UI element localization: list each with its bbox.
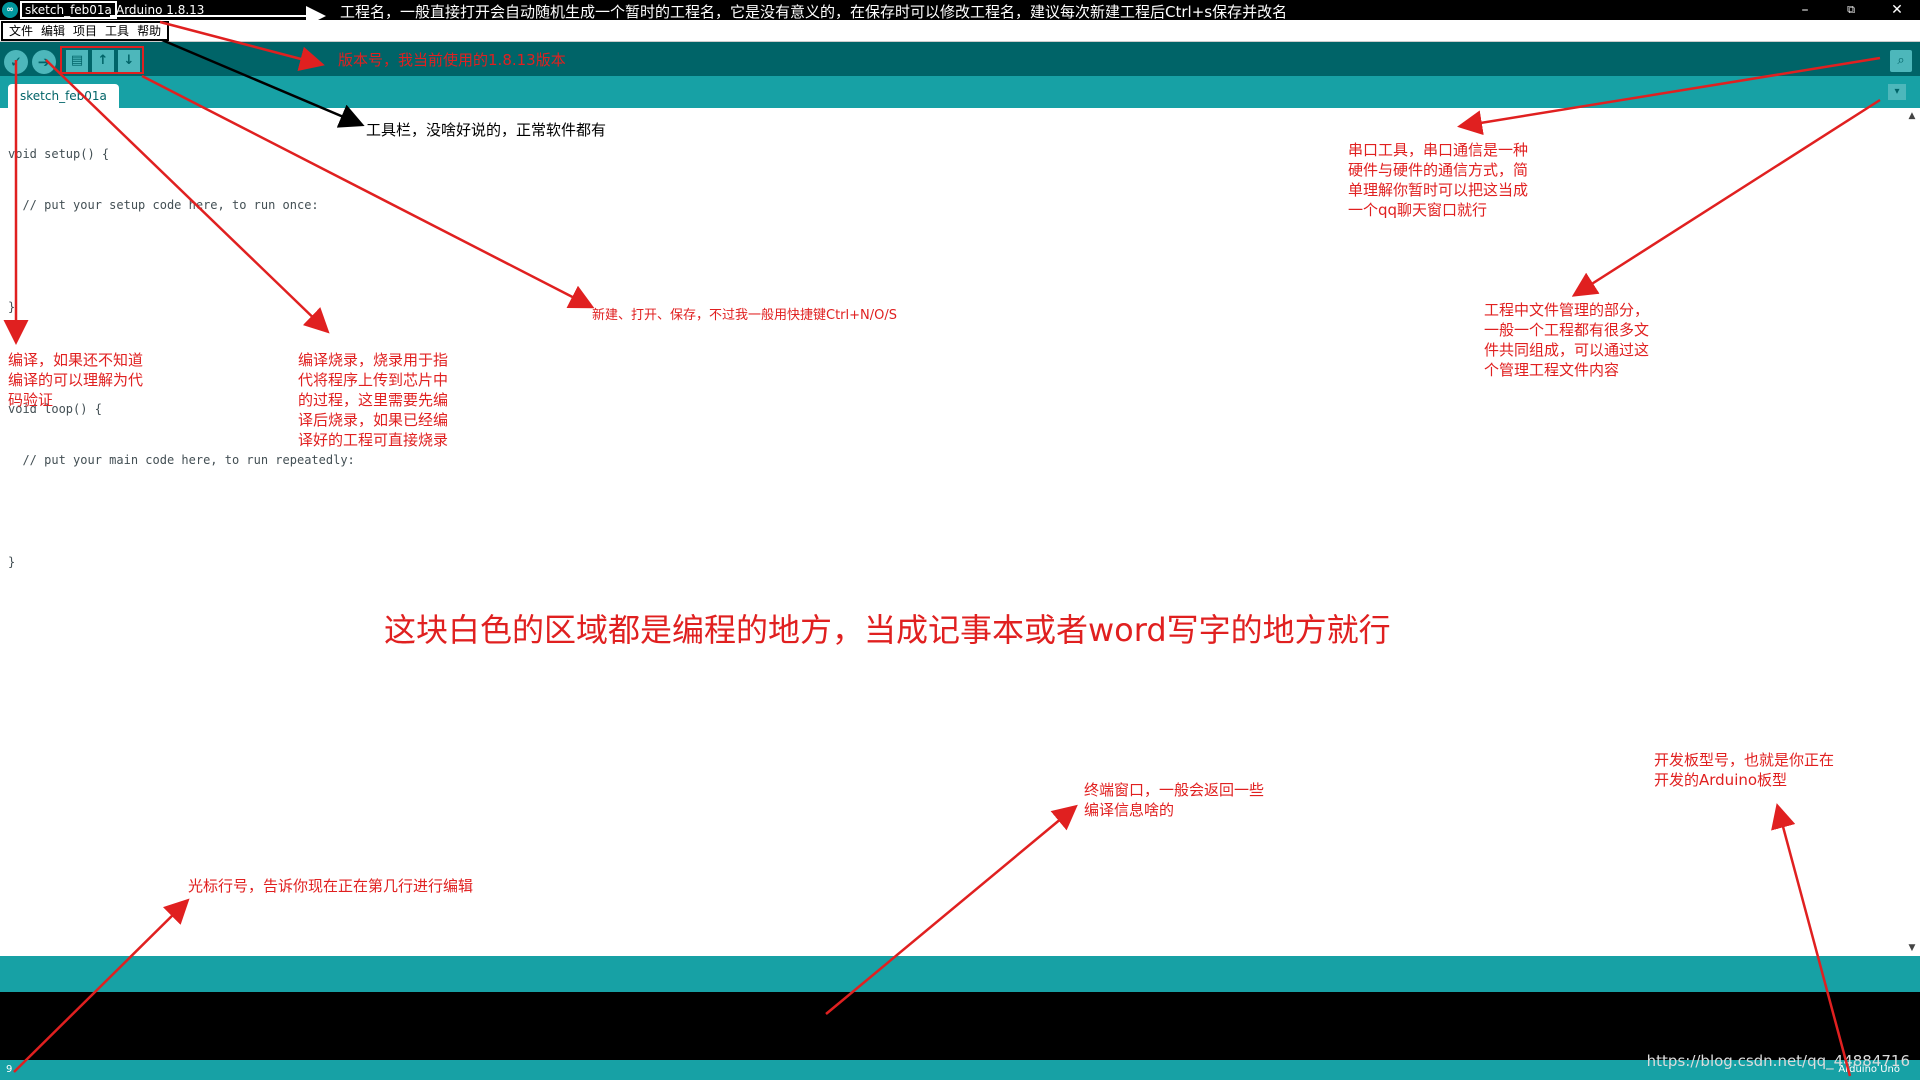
new-button[interactable]: ▤ (66, 50, 88, 72)
annotation-title: 工程名，一般直接打开会自动随机生成一个暂时的工程名，它是没有意义的，在保存时可以… (340, 3, 1288, 21)
scroll-up-icon[interactable]: ▲ (1906, 110, 1918, 122)
annotation-editor: 这块白色的区域都是编程的地方，当成记事本或者word写字的地方就行 (384, 611, 1391, 649)
menu-help[interactable]: 帮助 (133, 23, 165, 39)
annotation-verify: 编译，如果还不知道编译的可以理解为代码验证 (8, 351, 144, 409)
magnifier-icon: ⌕ (1897, 53, 1905, 68)
arduino-logo-icon: ∞ (2, 2, 18, 18)
menu-bar: 文件 编辑 项目 工具 帮助 (0, 20, 1920, 42)
menu-edit[interactable]: 编辑 (37, 23, 69, 39)
title-bar: ∞ sketch_feb01a Arduino 1.8.13 工程名，一般直接打… (0, 0, 1920, 21)
new-file-icon: ▤ (70, 53, 84, 68)
code-editor[interactable]: void setup() { // put your setup code he… (0, 108, 1920, 956)
annotation-version: 版本号，我当前使用的1.8.13版本 (338, 51, 566, 69)
code-line: // put your main code here, to run repea… (8, 453, 355, 467)
toolbar: ✓ ➔ ▤ ↑ ↓ 版本号，我当前使用的1.8.13版本 ⌕ (0, 42, 1920, 76)
window-sketch-name: sketch_feb01a (20, 1, 117, 19)
cursor-line-number: 9 (6, 1064, 13, 1075)
tab-sketch[interactable]: sketch_feb01a (8, 84, 119, 108)
annotation-files: 新建、打开、保存，不过我一般用快捷键Ctrl+N/O/S (592, 308, 897, 323)
save-arrow-down-icon: ↓ (123, 53, 135, 68)
tab-strip: sketch_feb01a ▾ (0, 76, 1920, 108)
console-output[interactable] (0, 992, 1920, 1060)
menu-tools[interactable]: 工具 (101, 23, 133, 39)
checkmark-icon: ✓ (9, 53, 23, 71)
annotation-upload: 编译烧录，烧录用于指代将程序上传到芯片中的过程，这里需要先编译后烧录，如果已经编… (298, 351, 449, 449)
annotation-serial: 串口工具，串口通信是一种硬件与硬件的通信方式，简单理解你暂时可以把这当成一个qq… (1348, 141, 1529, 219)
code-line: ​ (8, 503, 355, 520)
annotation-toolbar: 工具栏，没啥好说的，正常软件都有 (366, 121, 607, 139)
code-line: } (8, 300, 16, 314)
annotation-board: 开发板型号，也就是你正在开发的Arduino板型 (1654, 751, 1835, 789)
annotation-line: 光标行号，告诉你现在正在第几行进行编辑 (188, 877, 474, 895)
code-line: ​ (8, 248, 355, 265)
code-line: } (8, 555, 16, 569)
annotation-console: 终端窗口，一般会返回一些编译信息啥的 (1084, 781, 1265, 819)
menu-sketch[interactable]: 项目 (69, 23, 101, 39)
tab-menu-button[interactable]: ▾ (1888, 84, 1906, 100)
menu-group: 文件 编辑 项目 工具 帮助 (1, 21, 170, 41)
minimize-button[interactable]: – (1782, 0, 1828, 20)
screenshot-root: ∞ sketch_feb01a Arduino 1.8.13 工程名，一般直接打… (0, 0, 1920, 1080)
code-line: // put your setup code here, to run once… (8, 198, 319, 212)
status-bar: 9 Arduino Uno (0, 1060, 1920, 1080)
chevron-down-icon: ▾ (1894, 86, 1900, 97)
window-version: Arduino 1.8.13 (114, 3, 207, 17)
save-button[interactable]: ↓ (118, 50, 140, 72)
scroll-down-icon[interactable]: ▼ (1906, 942, 1918, 954)
restore-button[interactable]: ⧉ (1828, 0, 1874, 20)
file-buttons-group: ▤ ↑ ↓ (60, 46, 144, 74)
upload-button[interactable]: ➔ (32, 50, 56, 74)
annotation-tab-menu: 工程中文件管理的部分，一般一个工程都有很多文件共同组成，可以通过这个管理工程文件… (1484, 301, 1650, 379)
editor-scrollbar[interactable]: ▲ ▼ (1904, 108, 1920, 956)
open-arrow-up-icon: ↑ (97, 53, 109, 68)
code-line: void setup() { (8, 147, 110, 161)
close-button[interactable]: ✕ (1874, 0, 1920, 20)
open-button[interactable]: ↑ (92, 50, 114, 72)
serial-monitor-button[interactable]: ⌕ (1890, 50, 1912, 72)
arrow-right-icon: ➔ (37, 53, 51, 71)
console-header (0, 956, 1920, 992)
verify-button[interactable]: ✓ (4, 50, 28, 74)
watermark: https://blog.csdn.net/qq_44884716 (1646, 1052, 1910, 1070)
menu-file[interactable]: 文件 (5, 23, 37, 39)
